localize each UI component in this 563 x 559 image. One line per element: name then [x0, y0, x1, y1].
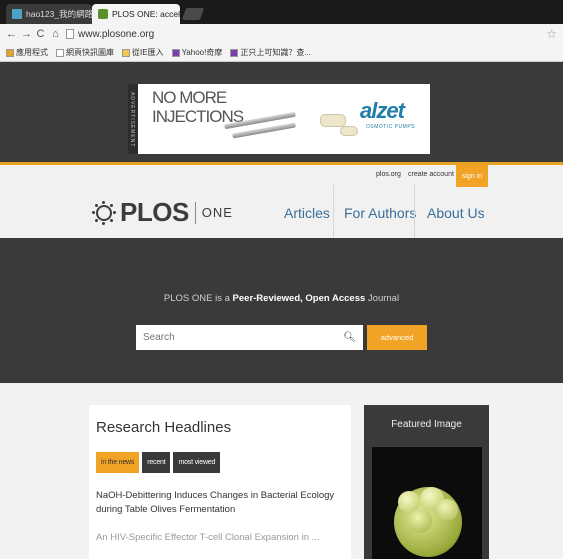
bookmark-item[interactable]: 正只上可知識？查... [230, 47, 311, 58]
bookmark-item[interactable]: Yahoo!奇摩 [171, 47, 223, 58]
bookmark-icon [6, 48, 14, 57]
reload-icon[interactable]: C [36, 28, 45, 40]
nav-about-us[interactable]: About Us [427, 205, 485, 221]
bookmark-icon [122, 48, 130, 57]
bookmark-item[interactable]: 應用程式 [6, 47, 48, 58]
ad-headline: NO MORE INJECTIONS [152, 88, 244, 126]
bookmark-label: Yahoo!奇摩 [181, 48, 223, 57]
advanced-search-button[interactable]: advanced [367, 325, 427, 350]
page-icon [66, 29, 74, 39]
new-tab-button[interactable] [181, 8, 205, 20]
browser-tab-plosone[interactable]: PLOS ONE: accelerating × [92, 4, 180, 24]
capsule-image [320, 114, 346, 127]
journal-tagline: PLOS ONE is a Peer-Reviewed, Open Access… [0, 293, 563, 304]
url-field[interactable]: www.plosone.org [66, 29, 154, 40]
bookmark-label: 從IE匯入 [132, 48, 164, 57]
logo-suffix: ONE [201, 205, 233, 220]
nav-divider [333, 185, 334, 240]
bookmarks-bar: 應用程式 網頁快訊圖庫 從IE匯入 Yahoo!奇摩 正只上可知識？查... [0, 44, 563, 62]
plos-favicon-icon [98, 9, 108, 19]
research-headlines-panel: Research Headlines in the news recent mo… [89, 405, 351, 559]
featured-image[interactable] [372, 447, 482, 559]
forward-arrow-icon[interactable]: → [21, 28, 32, 40]
headline-link[interactable]: An HIV-Specific Effector T-cell Clonal E… [96, 531, 342, 545]
search-input[interactable] [143, 332, 344, 343]
capsule-image [340, 126, 358, 136]
browser-tab-hao123[interactable]: hao123_我的網路入口 × [6, 4, 92, 24]
featured-image-panel: Featured Image [364, 405, 489, 559]
bookmark-icon [56, 48, 64, 57]
tab-in-the-news[interactable]: in the news [96, 452, 140, 473]
magnifier-icon[interactable]: 🔍︎ [343, 332, 356, 343]
bookmark-star-icon[interactable]: ☆ [546, 27, 557, 41]
main-content: Research Headlines in the news recent mo… [0, 383, 563, 559]
hao123-favicon-icon [12, 9, 22, 19]
logo-separator [194, 201, 196, 224]
tab-label: PLOS ONE: accelerating × [112, 9, 180, 19]
back-arrow-icon[interactable]: ← [6, 28, 17, 40]
ad-brand-tagline: OSMOTIC PUMPS [366, 124, 416, 130]
tagline-emphasis: Peer-Reviewed, Open Access [232, 293, 366, 304]
address-bar: ← → C ⌂ www.plosone.org ☆ [0, 24, 563, 44]
headlines-tabs: in the news recent most viewed [96, 452, 221, 473]
plos-org-link[interactable]: plos.org [376, 171, 401, 178]
search-box: 🔍︎ [136, 325, 363, 350]
search-hero: PLOS ONE is a Peer-Reviewed, Open Access… [0, 238, 563, 383]
home-icon[interactable]: ⌂ [51, 28, 60, 40]
tab-label: hao123_我的網路入口 × [26, 9, 92, 19]
ad-band: ADVERTISEMENT NO MORE INJECTIONS alzet O… [0, 62, 563, 162]
alzet-ad-banner[interactable]: ADVERTISEMENT NO MORE INJECTIONS alzet O… [128, 84, 430, 154]
tab-recent[interactable]: recent [142, 452, 171, 473]
url-text: www.plosone.org [78, 28, 155, 40]
nav-articles[interactable]: Articles [284, 205, 330, 221]
nav-for-authors[interactable]: For Authors [344, 205, 416, 221]
plos-logo-icon [92, 200, 116, 225]
logo-text: PLOS [120, 197, 189, 227]
tab-most-viewed[interactable]: most viewed [173, 452, 221, 473]
bookmark-item[interactable]: 網頁快訊圖庫 [56, 47, 114, 58]
bookmark-label: 應用程式 [16, 48, 48, 57]
bookmark-label: 正只上可知識？查... [240, 48, 311, 57]
headlines-title: Research Headlines [96, 419, 232, 436]
create-account-link[interactable]: create account [408, 171, 454, 178]
bookmark-icon [230, 48, 239, 57]
browser-tab-strip: hao123_我的網路入口 × PLOS ONE: accelerating × [0, 0, 563, 24]
featured-image-title: Featured Image [391, 419, 462, 430]
ad-brand-logo: alzet [360, 98, 405, 123]
nav-divider [414, 185, 415, 240]
sign-in-button[interactable]: sign in [456, 165, 488, 187]
plos-one-logo[interactable]: PLOS ONE [92, 197, 233, 228]
bookmark-label: 網頁快訊圖庫 [66, 48, 114, 57]
tagline-suffix: Journal [367, 293, 400, 304]
ad-side-strip: ADVERTISEMENT [128, 84, 138, 154]
tagline-prefix: PLOS ONE is a [163, 293, 230, 304]
headline-link[interactable]: NaOH-Debittering Induces Changes in Bact… [96, 489, 342, 517]
bookmark-icon [171, 48, 180, 57]
ad-side-label: ADVERTISEMENT [129, 92, 135, 148]
bookmark-item[interactable]: 從IE匯入 [122, 47, 164, 58]
